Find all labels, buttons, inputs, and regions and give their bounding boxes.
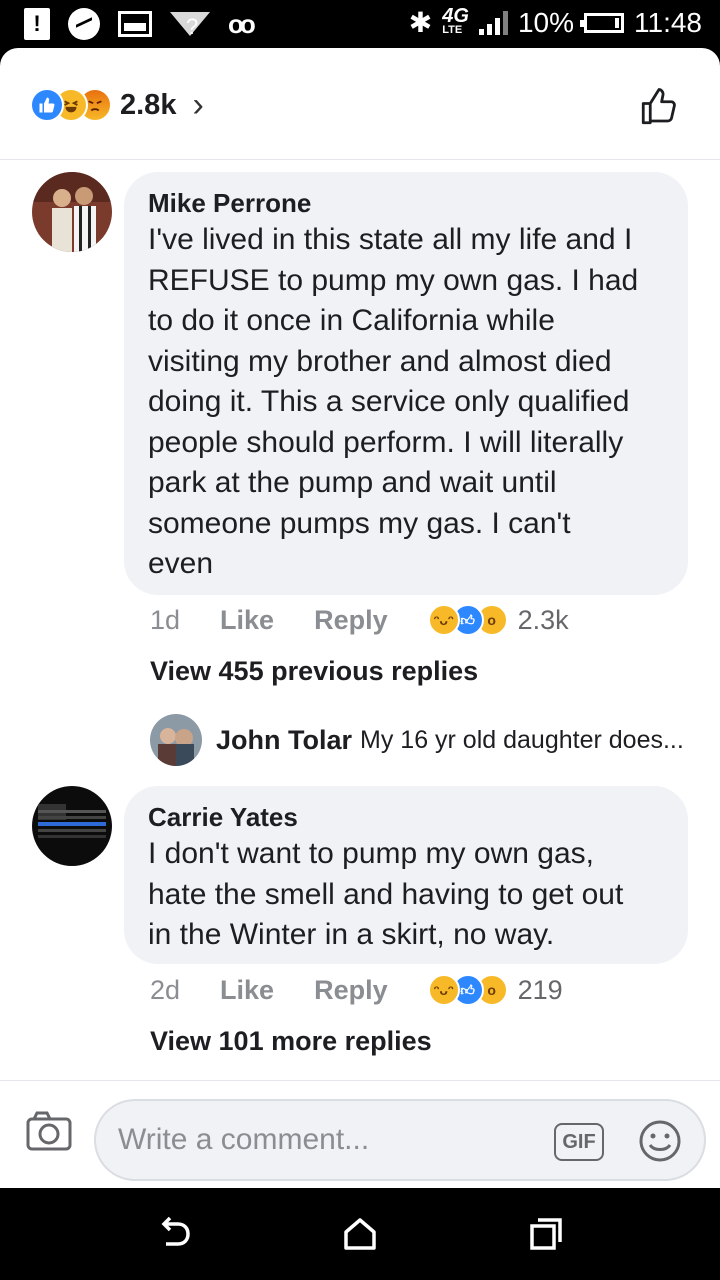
reply-preview[interactable]: John Tolar My 16 yr old daughter does... — [150, 714, 684, 766]
status-bar: ! oo ? ✱ 4G LTE 10% 11:48 — [0, 0, 720, 48]
thumbs-up-icon[interactable] — [638, 86, 680, 128]
comment-reactions[interactable]: ᵔᴗᵔ 👍︎ o — [427, 604, 508, 636]
reply-button[interactable]: Reply — [314, 605, 388, 636]
chevron-right-icon[interactable]: › — [192, 88, 203, 122]
reactions-summary[interactable]: 2.8k › — [30, 88, 204, 122]
recent-apps-icon[interactable] — [526, 1214, 566, 1254]
gif-button[interactable]: GIF — [554, 1123, 604, 1161]
like-button[interactable]: Like — [220, 975, 274, 1006]
reaction-count: 2.8k — [120, 88, 177, 121]
camera-icon[interactable] — [26, 1111, 72, 1151]
back-icon[interactable] — [156, 1214, 196, 1254]
voicemail-icon: oo — [228, 8, 256, 39]
comment-text: I don't want to pump my own gas, hate th… — [148, 837, 624, 951]
comment-timestamp: 1d — [150, 604, 181, 635]
view-previous-replies-link[interactable]: View 455 previous replies — [150, 656, 478, 687]
comment-text: I've lived in this state all my life and… — [148, 223, 639, 580]
reply-button[interactable]: Reply — [314, 975, 388, 1006]
avatar[interactable] — [32, 172, 112, 252]
reply-text: My 16 yr old daughter does... — [360, 725, 684, 754]
view-more-replies-link[interactable]: View 101 more replies — [150, 1026, 432, 1057]
comment-composer: Write a comment... GIF — [0, 1080, 720, 1188]
reply-author[interactable]: John Tolar — [216, 725, 352, 756]
comment-bubble[interactable]: Carrie Yates I don't want to pump my own… — [124, 786, 688, 964]
comment-actions: 2d Like Reply ᵔᴗᵔ 👍︎ o 219 — [150, 974, 563, 1006]
battery-percent: 10% — [517, 6, 574, 38]
like-button[interactable]: Like — [220, 605, 274, 636]
comment-author[interactable]: Carrie Yates — [148, 800, 664, 834]
haha-reaction-icon: ᵔᴗᵔ — [427, 604, 460, 636]
alert-icon: ! — [24, 8, 50, 40]
screenshot-icon — [118, 11, 152, 37]
reactions-header: 2.8k › — [0, 48, 720, 160]
comment-reaction-count: 2.3k — [517, 604, 569, 635]
android-nav-bar — [0, 1188, 720, 1280]
clock: 11:48 — [634, 6, 702, 38]
comment-reaction-count: 219 — [517, 974, 563, 1005]
home-icon[interactable] — [340, 1214, 380, 1254]
comments-sheet: 2.8k › Mike Perrone I've lived in this s… — [0, 48, 720, 1188]
emoji-icon[interactable] — [638, 1119, 682, 1163]
comment-actions: 1d Like Reply ᵔᴗᵔ 👍︎ o 2.3k — [150, 604, 569, 636]
like-reaction-icon — [30, 88, 64, 122]
comment-input-placeholder: Write a comment... — [118, 1123, 370, 1156]
network-type: 4G LTE — [442, 4, 469, 36]
comment-bubble[interactable]: Mike Perrone I've lived in this state al… — [124, 172, 688, 595]
signal-icon — [478, 10, 508, 35]
avatar[interactable] — [32, 786, 112, 866]
comment-timestamp: 2d — [150, 974, 181, 1005]
haha-reaction-icon: ᵔᴗᵔ — [427, 974, 460, 1006]
comment-input[interactable]: Write a comment... GIF — [94, 1099, 706, 1181]
comment-author[interactable]: Mike Perrone — [148, 186, 664, 220]
bluetooth-icon: ✱ — [408, 7, 433, 38]
messenger-icon — [68, 8, 100, 40]
wifi-no-internet-indicator: ? — [186, 14, 199, 39]
avatar[interactable] — [150, 714, 202, 766]
battery-icon — [580, 12, 624, 33]
comment-reactions[interactable]: ᵔᴗᵔ 👍︎ o — [427, 974, 508, 1006]
